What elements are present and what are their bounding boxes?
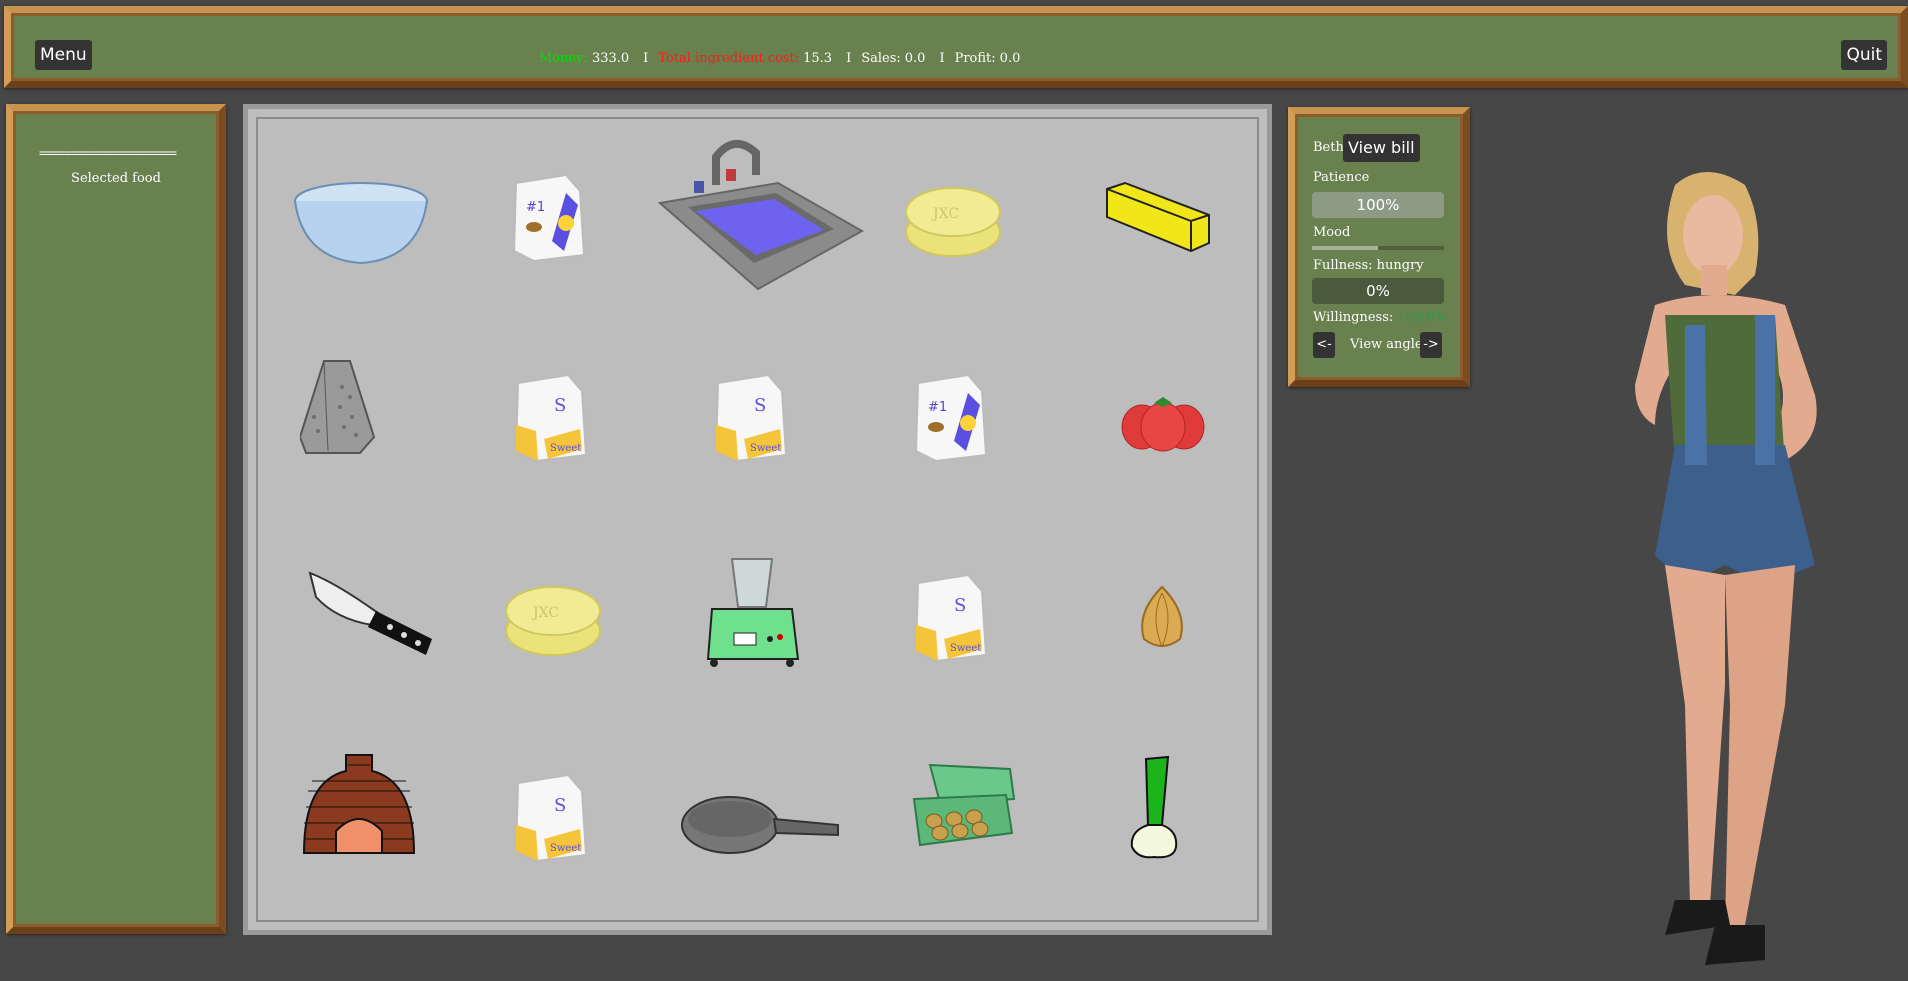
bowl-icon[interactable]: [293, 179, 429, 269]
svg-text:S: S: [554, 395, 566, 416]
view-angle-prev-button[interactable]: <-: [1313, 332, 1335, 358]
fullness-bar: 0%: [1312, 278, 1444, 304]
sales-label: Sales:: [861, 51, 901, 66]
flour-bag-icon[interactable]: #1: [506, 171, 590, 263]
ingredient-cost-value: 15.3: [803, 51, 833, 66]
flour-bag-icon[interactable]: #1: [908, 371, 992, 463]
selected-food-label: Selected food: [71, 171, 161, 186]
patience-label: Patience: [1313, 170, 1370, 185]
grater-icon[interactable]: [300, 357, 380, 457]
panel-divider: ======================: [39, 146, 177, 160]
willingness-row: Willingness: 100.0%: [1313, 310, 1447, 325]
willingness-label: Willingness:: [1313, 310, 1394, 325]
onion-icon[interactable]: [1130, 583, 1194, 653]
willingness-value: 100.0%: [1397, 310, 1447, 325]
svg-text:S: S: [954, 595, 966, 616]
svg-text:Sweet: Sweet: [950, 643, 981, 654]
cheese-wheel-icon[interactable]: JXC: [503, 581, 603, 657]
cheese-wheel-icon[interactable]: JXC: [903, 182, 1003, 258]
quit-button[interactable]: Quit: [1841, 40, 1887, 70]
butter-icon[interactable]: [1103, 179, 1211, 255]
mood-bar: [1312, 246, 1444, 250]
sales-value: 0.0: [904, 51, 926, 66]
stats-separator: I: [643, 51, 649, 66]
patience-bar: 100%: [1312, 192, 1444, 218]
kitchen-board: #1 JXC S Sweet S Sweet #1 JXC S Sweet S …: [243, 104, 1272, 935]
blender-icon[interactable]: [704, 555, 800, 671]
svg-text:JXC: JXC: [531, 605, 559, 621]
brick-oven-icon[interactable]: [300, 751, 418, 859]
svg-text:S: S: [754, 395, 766, 416]
customer-character: [1615, 165, 1895, 975]
stats-line: Money: 333.0 I Total ingredient cost: 15.3 I S…: [539, 51, 1024, 66]
sugar-bag-icon[interactable]: S Sweet: [508, 771, 592, 863]
ingredient-cost-label: Total ingredient cost:: [658, 51, 800, 66]
green-onion-icon[interactable]: [1124, 755, 1184, 861]
sugar-bag-icon[interactable]: S Sweet: [708, 371, 792, 463]
svg-text:#1: #1: [928, 400, 947, 415]
svg-text:Sweet: Sweet: [550, 443, 581, 454]
egg-carton-icon[interactable]: [910, 759, 1020, 849]
sugar-bag-icon[interactable]: S Sweet: [508, 371, 592, 463]
svg-text:JXC: JXC: [931, 206, 959, 222]
tomato-icon[interactable]: [1120, 395, 1206, 453]
selected-food-panel: ====================== Selected food: [6, 104, 226, 934]
money-label: Money:: [539, 51, 588, 66]
svg-text:Sweet: Sweet: [550, 843, 581, 854]
profit-label: Profit:: [954, 51, 996, 66]
view-angle-label: View angle: [1350, 337, 1423, 352]
profit-value: 0.0: [999, 51, 1021, 66]
sugar-bag-icon[interactable]: S Sweet: [908, 571, 992, 663]
menu-button[interactable]: Menu: [35, 40, 92, 70]
stats-separator: I: [846, 51, 852, 66]
top-bar: Menu Money: 333.0 I Total ingredient cost: 1…: [4, 6, 1908, 88]
mood-bar-fill: [1312, 246, 1378, 250]
knife-icon[interactable]: [306, 569, 436, 659]
mood-label: Mood: [1313, 225, 1351, 240]
money-value: 333.0: [591, 51, 630, 66]
view-angle-next-button[interactable]: ->: [1420, 332, 1442, 358]
svg-text:S: S: [554, 795, 566, 816]
svg-text:#1: #1: [526, 200, 545, 215]
stats-separator: I: [939, 51, 945, 66]
fullness-label: Fullness:: [1313, 258, 1373, 273]
customer-name: Beth: [1313, 140, 1344, 155]
svg-text:Sweet: Sweet: [750, 443, 781, 454]
fullness-state: hungry: [1376, 258, 1424, 273]
fullness-row: Fullness: hungry: [1313, 258, 1424, 273]
sink-icon[interactable]: [658, 135, 864, 295]
view-bill-button[interactable]: View bill: [1343, 134, 1420, 162]
frying-pan-icon[interactable]: [678, 789, 842, 859]
